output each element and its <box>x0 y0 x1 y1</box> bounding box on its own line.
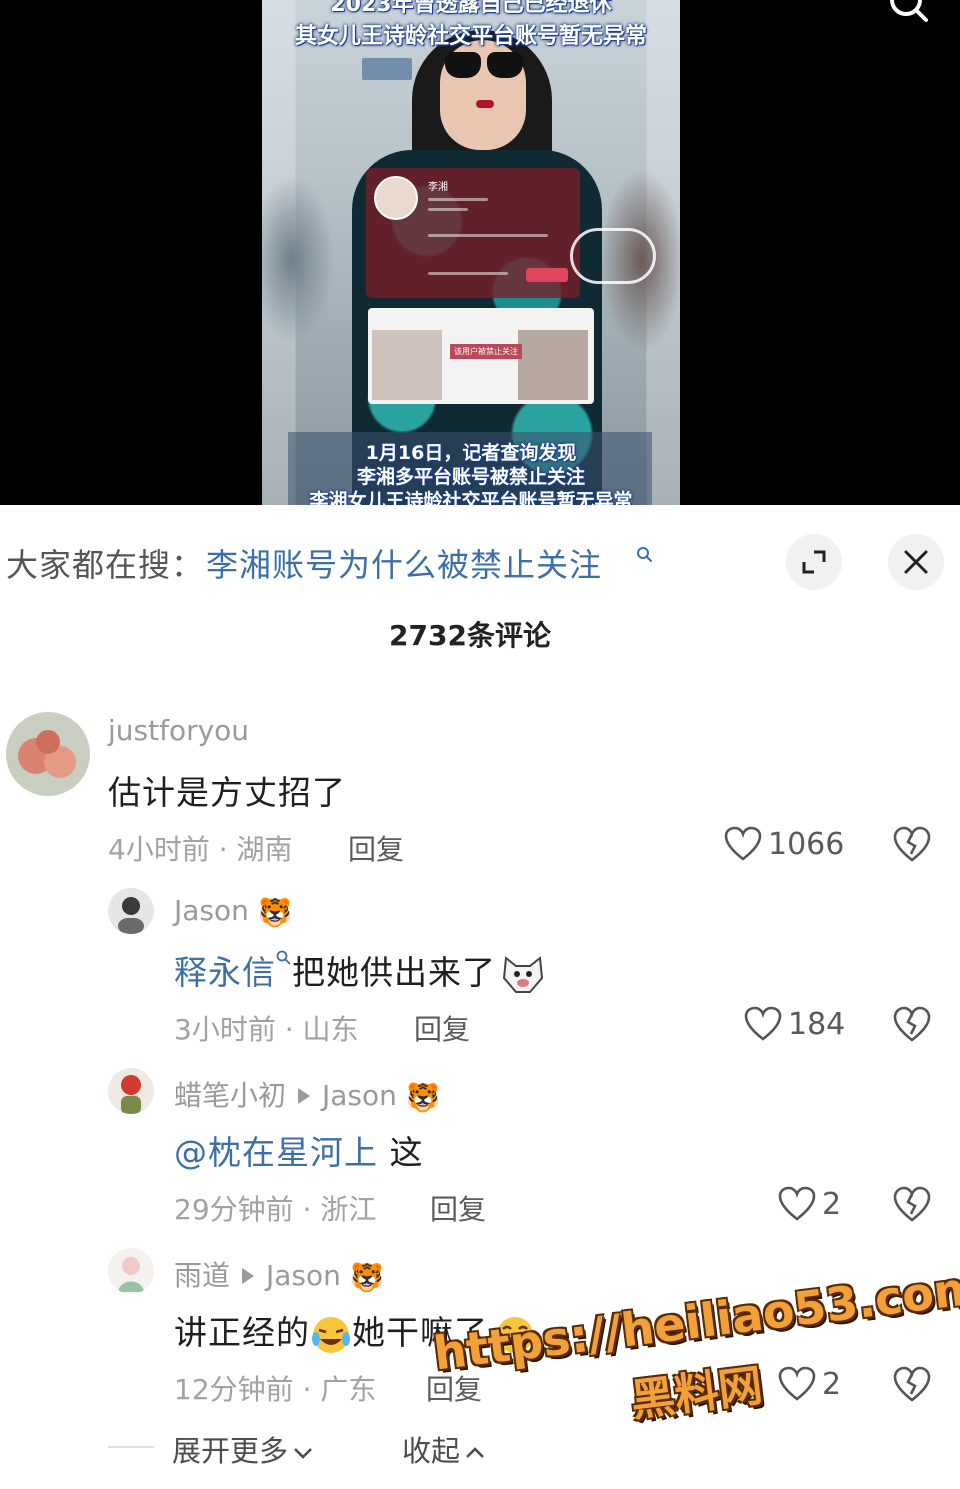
chevron-up-icon <box>466 1447 484 1458</box>
reply-meta: 29分钟前 · 浙江 <box>174 1193 377 1226</box>
reply-button[interactable]: 回复 <box>430 1188 486 1228</box>
reply-username[interactable]: Jason 🐯 <box>174 894 293 929</box>
profile-follow-button <box>526 268 568 282</box>
search-small-icon <box>276 950 291 965</box>
profile-screenshot: 李湘 <box>366 168 580 298</box>
mention-link[interactable]: 释永信 <box>174 953 276 992</box>
expand-more-button[interactable]: 展开更多 <box>172 1428 314 1470</box>
mention-link[interactable]: @枕在星河上 <box>174 1133 378 1172</box>
reply-username[interactable]: 雨道 Jason 🐯 <box>174 1254 385 1294</box>
heart-icon <box>724 826 762 861</box>
search-result-screenshot: 该用户被禁止关注 <box>368 308 594 404</box>
peach-avatar-image <box>6 712 90 796</box>
video-caption-2: 李湘多平台账号被禁止关注 <box>356 466 585 488</box>
dislike-icon[interactable] <box>892 824 932 864</box>
girl-avatar-image <box>108 1248 154 1294</box>
comment-meta: 4小时前 · 湖南 <box>108 833 293 866</box>
search-small-icon <box>637 547 652 562</box>
reply-to-username[interactable]: Jason <box>322 1079 397 1112</box>
reply-username[interactable]: 蜡笔小初 Jason 🐯 <box>174 1074 441 1114</box>
heart-icon <box>744 1006 782 1041</box>
cloud-icon <box>570 228 656 284</box>
dislike-icon[interactable] <box>892 1184 932 1224</box>
avatar[interactable] <box>108 1248 154 1294</box>
like-button[interactable]: 184 <box>744 1004 845 1044</box>
reply-button[interactable]: 回复 <box>348 828 404 868</box>
avatar[interactable] <box>108 1068 154 1114</box>
video-headline-1: 2023年曾透露自己已经退休 <box>330 0 612 17</box>
reply-to-username[interactable]: Jason <box>266 1259 341 1292</box>
like-count: 1066 <box>768 826 845 862</box>
expand-button[interactable] <box>786 534 842 590</box>
like-button[interactable]: 2 <box>778 1184 841 1224</box>
reply-text: 释永信 把她供出来了 <box>174 946 546 996</box>
airport-sign <box>362 58 412 80</box>
expand-icon <box>802 550 826 574</box>
lips <box>476 100 494 108</box>
suggest-query-link[interactable]: 李湘账号为什么被禁止关注 <box>206 540 602 586</box>
search-icon[interactable] <box>888 0 928 26</box>
watermark: https://heiliao53.com 黑料网 <box>420 1227 960 1449</box>
video-caption-1: 1月16日，记者查询发现 <box>365 442 577 464</box>
tiger-emoji: 🐯 <box>349 1260 385 1294</box>
video-headline-2: 其女儿王诗龄社交平台账号暂无异常 <box>294 24 647 49</box>
profile-name: 李湘 <box>428 182 448 193</box>
sunglasses <box>445 52 523 78</box>
profile-avatar <box>374 176 418 220</box>
video-player[interactable]: 李湘 该用户被禁止关注 2023年曾透露自己已经退休 其女儿王诗龄社交平台账号暂… <box>0 0 960 505</box>
like-count: 2 <box>822 1186 842 1222</box>
person-avatar-image <box>108 888 154 934</box>
crying-laughing-emoji-icon <box>312 1316 350 1353</box>
cat-emoji-icon <box>502 955 544 993</box>
divider <box>108 1446 154 1448</box>
blocked-notice: 该用户被禁止关注 <box>450 344 522 359</box>
close-button[interactable] <box>888 534 944 590</box>
like-button[interactable]: 1066 <box>724 824 844 864</box>
chevron-down-icon <box>294 1448 312 1459</box>
close-icon <box>904 550 928 574</box>
reply-meta: 12分钟前 · 广东 <box>174 1373 377 1406</box>
heart-icon <box>778 1186 816 1221</box>
tiger-emoji: 🐯 <box>257 895 293 929</box>
reply-arrow-icon <box>298 1087 311 1104</box>
watermark-name: 黑料网 <box>628 1360 766 1427</box>
avatar[interactable] <box>6 712 90 796</box>
like-count: 184 <box>788 1006 846 1042</box>
suggest-prefix: 大家都在搜： <box>6 546 205 584</box>
video-frame: 李湘 该用户被禁止关注 2023年曾透露自己已经退休 其女儿王诗龄社交平台账号暂… <box>262 0 680 505</box>
comment-username[interactable]: justforyou <box>108 714 249 747</box>
tiger-emoji: 🐯 <box>405 1080 441 1114</box>
avatar[interactable] <box>108 888 154 934</box>
comment-text: 估计是方丈招了 <box>108 773 346 812</box>
reply-button[interactable]: 回复 <box>414 1008 470 1048</box>
comment-count: 2732条评论 <box>389 619 551 652</box>
dislike-icon[interactable] <box>892 1004 932 1044</box>
video-caption-3: 李湘女儿王诗龄社交平台账号暂无异常 <box>309 490 633 505</box>
reply-meta: 3小时前 · 山东 <box>174 1013 359 1046</box>
cartoon-avatar-image <box>108 1068 154 1114</box>
reply-text: @枕在星河上 这 <box>174 1133 424 1172</box>
reply-arrow-icon <box>242 1267 255 1284</box>
